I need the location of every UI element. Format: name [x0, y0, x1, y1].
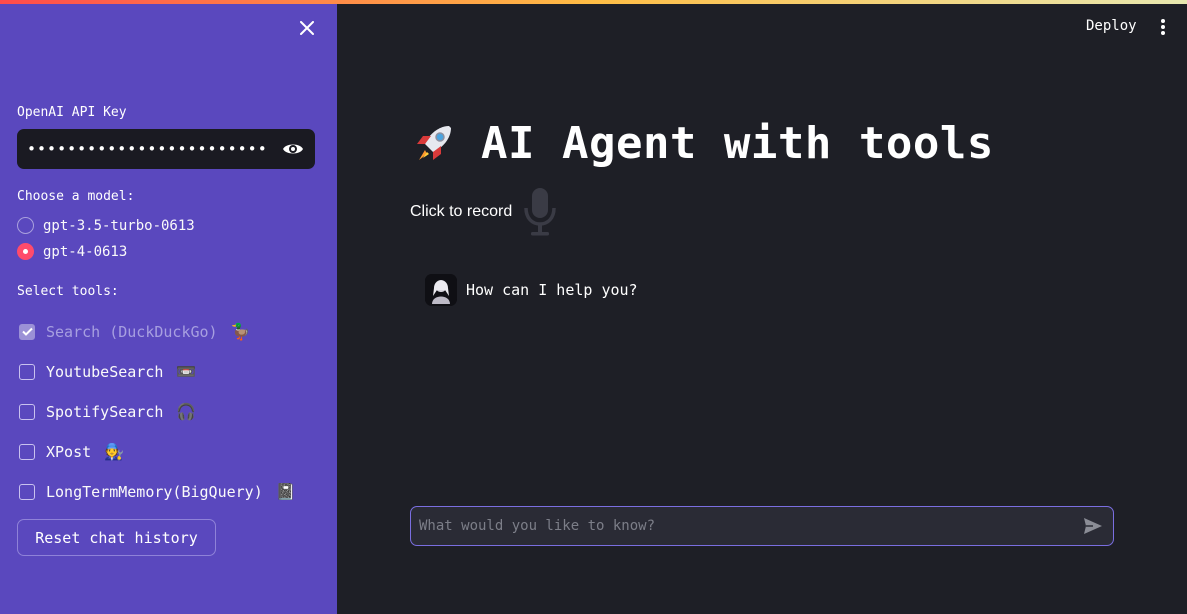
model-select-label: Choose a model:: [17, 189, 135, 204]
send-icon: [1084, 518, 1102, 534]
checkbox[interactable]: [19, 443, 35, 460]
api-key-label: OpenAI API Key: [17, 105, 127, 120]
model-option-gpt-4[interactable]: gpt-4-0613: [17, 243, 127, 260]
record-audio-control[interactable]: Click to record: [410, 186, 560, 238]
radio-button-selected[interactable]: [17, 243, 34, 260]
chat-input-container[interactable]: [410, 506, 1114, 546]
show-password-button[interactable]: [281, 137, 305, 161]
checkbox[interactable]: [19, 483, 35, 500]
tool-label: SpotifySearch: [46, 402, 164, 421]
record-label: Click to record: [410, 203, 513, 220]
kebab-dot: [1161, 19, 1165, 23]
model-option-label: gpt-3.5-turbo-0613: [43, 217, 195, 234]
main-area: Deploy AI Agent with tools Click to reco…: [337, 0, 1187, 614]
duck-icon: 🦆: [230, 322, 251, 341]
chat-message-assistant: How can I help you?: [425, 274, 638, 306]
tool-label: LongTermMemory(BigQuery): [46, 482, 263, 501]
page-title: AI Agent with tools: [409, 118, 994, 169]
top-decoration-bar: [0, 0, 1187, 4]
api-key-value[interactable]: ••••••••••••••••••••••••: [27, 140, 281, 158]
tool-checkbox-search[interactable]: Search (DuckDuckGo) 🦆: [19, 322, 251, 341]
tool-label: Search (DuckDuckGo): [46, 322, 218, 341]
tools-select-label: Select tools:: [17, 284, 119, 299]
close-icon: [300, 21, 314, 35]
mechanic-icon: 🧑‍🔧: [104, 442, 125, 461]
tool-checkbox-longtermmemory[interactable]: LongTermMemory(BigQuery) 📓: [19, 482, 296, 501]
api-key-input[interactable]: ••••••••••••••••••••••••: [17, 129, 315, 169]
eye-icon: [283, 144, 303, 154]
notebook-icon: 📓: [275, 482, 296, 501]
tool-checkbox-youtube[interactable]: YoutubeSearch 📼: [19, 362, 196, 381]
tool-label: XPost: [46, 442, 92, 461]
kebab-dot: [1161, 25, 1165, 29]
main-menu-button[interactable]: [1157, 17, 1169, 37]
reset-chat-history-button[interactable]: Reset chat history: [17, 519, 216, 556]
sidebar: OpenAI API Key •••••••••••••••••••••••• …: [0, 0, 337, 614]
radio-button[interactable]: [17, 217, 34, 234]
chat-message-text: How can I help you?: [466, 281, 638, 299]
deploy-button[interactable]: Deploy: [1086, 18, 1137, 34]
headphones-icon: 🎧: [176, 402, 197, 421]
videocassette-icon: 📼: [176, 362, 197, 381]
assistant-avatar-icon: [425, 274, 457, 306]
send-button[interactable]: [1081, 514, 1105, 538]
checkbox-checked[interactable]: [19, 323, 35, 340]
checkbox[interactable]: [19, 363, 35, 380]
rocket-icon: [417, 125, 451, 160]
kebab-dot: [1161, 31, 1165, 35]
tool-checkbox-xpost[interactable]: XPost 🧑‍🔧: [19, 442, 124, 461]
checkbox[interactable]: [19, 403, 35, 420]
checkmark-icon: [21, 327, 33, 336]
chat-input[interactable]: [419, 518, 1081, 534]
microphone-icon[interactable]: [520, 186, 560, 238]
tool-checkbox-spotify[interactable]: SpotifySearch 🎧: [19, 402, 196, 421]
tool-label: YoutubeSearch: [46, 362, 164, 381]
close-sidebar-button[interactable]: [296, 17, 318, 39]
page-title-text: AI Agent with tools: [481, 118, 994, 169]
avatar: [425, 274, 457, 306]
model-option-gpt-3-5[interactable]: gpt-3.5-turbo-0613: [17, 217, 195, 234]
model-option-label: gpt-4-0613: [43, 243, 128, 260]
